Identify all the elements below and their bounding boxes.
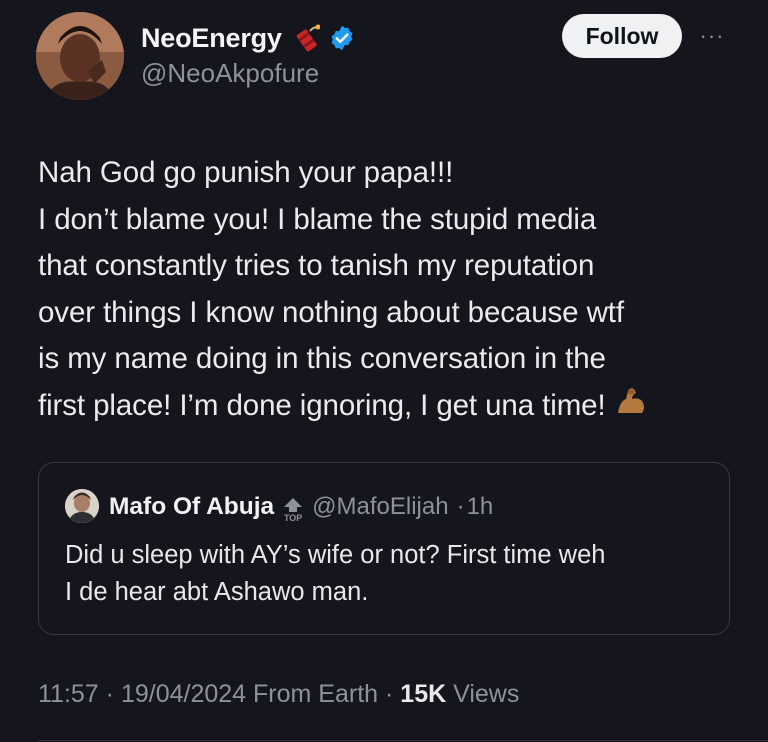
tweet-line-text: first place! I’m done ignoring, I get un…	[38, 388, 606, 422]
author-handle[interactable]: @NeoAkpofure	[141, 58, 319, 89]
author-avatar-image	[36, 12, 124, 100]
quoted-line: Did u sleep with AY’s wife or not? First…	[65, 541, 606, 569]
quoted-tweet-card[interactable]: Mafo Of Abuja TOP @MafoElijah · 1h Did u…	[38, 462, 730, 635]
verified-badge-icon	[328, 24, 356, 52]
quoted-author-row: Mafo Of Abuja TOP @MafoElijah · 1h	[109, 487, 493, 527]
top-badge-label: TOP	[283, 513, 303, 523]
tweet-meta: 11:57 · 19/04/2024 From Earth · 15K View…	[38, 680, 519, 709]
tweet-line: is my name doing in this conversation in…	[38, 342, 606, 375]
divider	[38, 740, 768, 741]
follow-button[interactable]: Follow	[562, 14, 682, 58]
views-label[interactable]: Views	[453, 680, 519, 708]
tweet-line: Nah God go punish your papa!!!	[38, 156, 454, 189]
meta-separator: ·	[385, 680, 394, 708]
tweet-line: I don’t blame you! I blame the stupid me…	[38, 202, 597, 236]
author-display-name[interactable]: NeoEnergy	[141, 23, 282, 54]
quoted-tweet-text: Did u sleep with AY’s wife or not? First…	[65, 537, 715, 611]
tweet-time[interactable]: 11:57	[38, 680, 99, 708]
dynamite-icon	[290, 23, 320, 53]
more-options-icon[interactable]: ···	[696, 22, 728, 50]
tweet-date[interactable]: 19/04/2024	[121, 680, 246, 708]
meta-separator: ·	[105, 680, 114, 708]
top-badge-icon: TOP	[282, 497, 304, 523]
tweet-line: that constantly tries to tanish my reput…	[38, 249, 595, 282]
views-count[interactable]: 15K	[400, 680, 446, 708]
quoted-line: I de hear abt Ashawo man.	[65, 578, 369, 606]
quoted-author-avatar-image	[65, 489, 99, 523]
tweet-line: over things I know nothing about because…	[38, 295, 624, 329]
quoted-author-handle[interactable]: @MafoElijah	[312, 493, 448, 521]
author-avatar[interactable]	[36, 12, 124, 100]
quoted-time[interactable]: 1h	[467, 493, 494, 521]
tweet-line-last: first place! I’m done ignoring, I get un…	[38, 383, 738, 430]
quoted-separator: ·	[456, 493, 465, 520]
author-name-row: NeoEnergy	[141, 18, 356, 58]
flexed-biceps-icon	[614, 385, 648, 419]
quoted-author-name[interactable]: Mafo Of Abuja	[109, 493, 274, 521]
tweet-source: From Earth	[253, 680, 379, 708]
quoted-author-avatar[interactable]	[65, 489, 99, 523]
tweet-text: Nah God go punish your papa!!! I don’t b…	[38, 150, 738, 429]
